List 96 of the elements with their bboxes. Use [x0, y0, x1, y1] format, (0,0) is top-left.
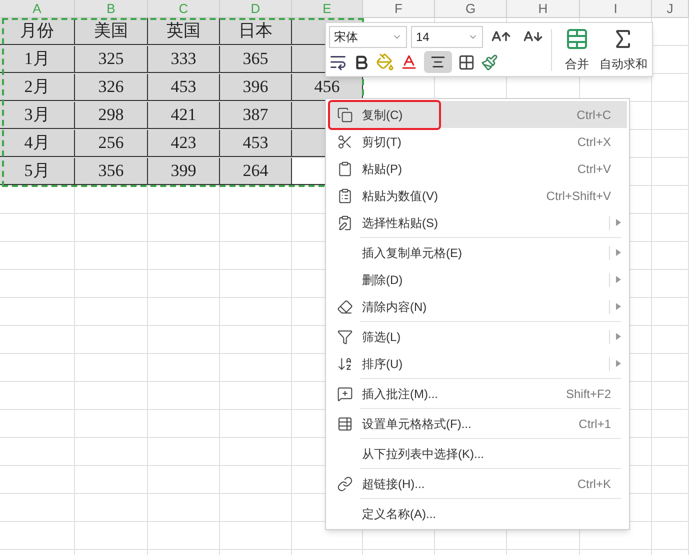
column-header[interactable]: H — [507, 0, 580, 17]
table-cell: 256 — [75, 130, 148, 157]
link-icon — [337, 476, 353, 492]
submenu-arrow-icon — [609, 330, 621, 344]
filter-icon — [337, 328, 353, 344]
eraser-icon — [337, 298, 353, 314]
shortcut-text: Ctrl+K — [577, 476, 611, 492]
table-cell: 4月 — [0, 130, 75, 157]
menu-item[interactable]: 排序(U) — [328, 350, 627, 377]
table-cell: 298 — [75, 102, 148, 129]
menu-label: 设置单元格格式(F)... — [362, 416, 472, 432]
table-cell: 1月 — [0, 46, 75, 73]
table-cell: 423 — [148, 130, 220, 157]
shortcut-text: Shift+F2 — [566, 386, 611, 402]
clipboard-pen-icon — [337, 214, 353, 230]
font-dropdown[interactable]: 宋体 — [329, 26, 407, 48]
shortcut-text: Ctrl+V — [577, 160, 611, 178]
shortcut-text: Ctrl+X — [577, 134, 611, 150]
menu-label: 超链接(H)... — [362, 476, 425, 492]
table-cell: 325 — [75, 46, 148, 73]
sort-icon — [337, 356, 353, 372]
menu-item[interactable]: 剪切(T) Ctrl+X — [328, 128, 627, 155]
menu-label: 筛选(L) — [362, 328, 401, 346]
column-header[interactable]: F — [363, 0, 435, 17]
menu-label: 选择性粘贴(S) — [362, 214, 438, 232]
column-header[interactable]: J — [652, 0, 689, 17]
submenu-arrow-icon — [609, 216, 621, 230]
merge-button[interactable]: 合并 — [560, 26, 594, 72]
shortcut-text: Ctrl+1 — [578, 416, 611, 432]
table-cell: 356 — [75, 158, 148, 185]
menu-label: 定义名称(A)... — [362, 506, 436, 522]
comment-icon — [337, 386, 353, 402]
menu-item[interactable]: 从下拉列表中选择(K)... — [328, 440, 627, 467]
menu-item[interactable]: 复制(C) Ctrl+C — [328, 101, 627, 128]
shortcut-text: Ctrl+Shift+V — [546, 188, 611, 204]
clipboard-list-icon — [337, 188, 353, 204]
table-cell: 2月 — [0, 74, 75, 101]
menu-label: 插入批注(M)... — [362, 386, 438, 402]
shortcut-text: Ctrl+C — [576, 106, 611, 124]
menu-label: 删除(D) — [362, 272, 403, 288]
menu-item[interactable]: 插入复制单元格(E) — [328, 239, 627, 266]
submenu-arrow-icon — [609, 246, 621, 260]
menu-item[interactable]: 粘贴为数值(V) Ctrl+Shift+V — [328, 182, 627, 209]
submenu-arrow-icon — [609, 300, 621, 314]
table-cell: 日本 — [220, 18, 292, 45]
wrap-text-icon[interactable] — [329, 53, 347, 71]
copy-icon — [337, 106, 353, 122]
borders-icon[interactable] — [458, 54, 475, 70]
autosum-button[interactable]: 自动求和 — [598, 26, 650, 72]
menu-item[interactable]: 清除内容(N) — [328, 293, 627, 320]
align-center-icon — [430, 54, 446, 70]
table-cell: 264 — [220, 158, 292, 185]
menu-item[interactable]: 定义名称(A)... — [328, 500, 627, 527]
menu-label: 复制(C) — [362, 106, 403, 124]
menu-label: 排序(U) — [362, 356, 403, 372]
table-cell: 3月 — [0, 102, 75, 129]
table-cell: 333 — [148, 46, 220, 73]
menu-item[interactable]: 插入批注(M)... Shift+F2 — [328, 380, 627, 407]
table-cell: 326 — [75, 74, 148, 101]
table-cell: 英国 — [148, 18, 220, 45]
align-center-button[interactable] — [424, 51, 452, 73]
scissors-icon — [337, 134, 353, 150]
submenu-arrow-icon — [609, 356, 621, 370]
clipboard-icon — [337, 160, 353, 176]
table-cell: 453 — [220, 130, 292, 157]
menu-item[interactable]: 筛选(L) — [328, 323, 627, 350]
font-color-icon[interactable] — [400, 53, 418, 71]
table-cell: 421 — [148, 102, 220, 129]
font-size-dropdown[interactable]: 14 — [411, 26, 483, 48]
menu-item[interactable]: 粘贴(P) Ctrl+V — [328, 155, 627, 182]
menu-item[interactable]: 设置单元格格式(F)... Ctrl+1 — [328, 410, 627, 437]
menu-label: 剪切(T) — [362, 134, 402, 150]
table-cell: 399 — [148, 158, 220, 185]
merge-cells-icon — [564, 26, 589, 50]
menu-label: 粘贴为数值(V) — [362, 188, 438, 204]
table-cell: 美国 — [75, 18, 148, 45]
table-cell: 453 — [148, 74, 220, 101]
table-cell: 396 — [220, 74, 292, 101]
fill-color-icon[interactable] — [376, 53, 394, 71]
menu-item[interactable]: 超链接(H)... Ctrl+K — [328, 470, 627, 497]
table-cell: 5月 — [0, 158, 75, 185]
table-icon — [337, 416, 353, 432]
table-cell: 月份 — [0, 18, 75, 45]
column-header[interactable]: I — [580, 0, 652, 17]
bold-icon[interactable] — [353, 54, 370, 70]
column-header[interactable]: G — [435, 0, 507, 17]
menu-label: 插入复制单元格(E) — [362, 244, 462, 262]
menu-label: 粘贴(P) — [362, 160, 402, 178]
menu-item[interactable]: 删除(D) — [328, 266, 627, 293]
table-cell: 387 — [220, 102, 292, 129]
format-painter-icon[interactable] — [481, 54, 498, 70]
menu-item[interactable]: 选择性粘贴(S) — [328, 209, 627, 236]
menu-label: 从下拉列表中选择(K)... — [362, 446, 484, 462]
menu-label: 清除内容(N) — [362, 298, 427, 316]
submenu-arrow-icon — [609, 272, 621, 286]
table-cell: 365 — [220, 46, 292, 73]
